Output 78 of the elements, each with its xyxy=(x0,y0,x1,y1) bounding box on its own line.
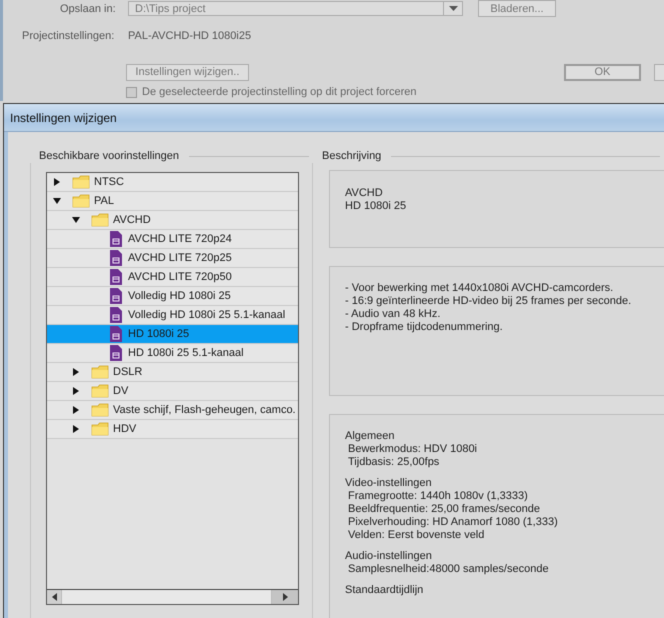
summary-line: AVCHD xyxy=(345,187,384,200)
tree-row[interactable]: Volledig HD 1080i 25 5.1-kanaal xyxy=(47,306,298,325)
tree-item-label: AVCHD LITE 720p24 xyxy=(128,233,232,245)
save-location-label: Opslaan in: xyxy=(60,2,117,14)
summary-line: HD 1080i 25 xyxy=(345,200,408,213)
folder-icon xyxy=(91,365,109,379)
tree-row[interactable]: AVCHD xyxy=(47,211,298,230)
tree-row[interactable]: HDV xyxy=(47,420,298,439)
scroll-left-icon[interactable] xyxy=(47,590,61,604)
folder-icon xyxy=(91,403,109,417)
description-note: - Dropframe tijdcodenummering. xyxy=(345,321,504,334)
tree-row[interactable]: AVCHD LITE 720p50 xyxy=(47,268,298,287)
details-line: Tijdbasis: 25,00fps xyxy=(347,456,440,469)
preset-file-icon xyxy=(110,326,122,342)
tree-row[interactable]: HD 1080i 25 xyxy=(47,325,298,344)
description-group-title: Beschrijving xyxy=(322,150,382,162)
expanded-arrow-icon[interactable] xyxy=(72,216,80,224)
details-heading: Standaardtijdlijn xyxy=(345,584,424,597)
details-line: Velden: Eerst bovenste veld xyxy=(347,529,486,542)
tree-item-label: Volledig HD 1080i 25 xyxy=(128,290,231,302)
tree-row[interactable]: NTSC xyxy=(47,173,298,192)
preset-file-icon xyxy=(110,269,122,285)
folder-icon xyxy=(91,213,109,227)
details-heading: Algemeen xyxy=(345,430,396,443)
preset-file-icon xyxy=(110,250,122,266)
description-note: - Voor bewerking met 1440x1080i AVCHD-camcorders. xyxy=(345,282,614,295)
dialog-title: Instellingen wijzigen xyxy=(10,110,117,124)
tree-item-label: NTSC xyxy=(94,176,124,188)
tree-item-label: HD 1080i 25 xyxy=(128,328,190,340)
folder-icon xyxy=(72,175,90,189)
tree-item-label: DV xyxy=(113,385,128,397)
preset-file-icon xyxy=(110,345,122,361)
expanded-arrow-icon[interactable] xyxy=(53,197,61,205)
preset-file-icon xyxy=(110,231,122,247)
presets-group-title: Beschikbare voorinstellingen xyxy=(39,150,180,162)
force-checkbox-label: De geselecteerde projectinstelling op dit project forceren xyxy=(142,86,417,98)
tree-row[interactable]: PAL xyxy=(47,192,298,211)
collapsed-arrow-icon[interactable] xyxy=(72,425,80,433)
tree-row[interactable]: HD 1080i 25 5.1-kanaal xyxy=(47,344,298,363)
collapsed-arrow-icon[interactable] xyxy=(53,178,61,186)
tree-item-label: DSLR xyxy=(113,366,142,378)
tree-item-label: HDV xyxy=(113,423,136,435)
tree-item-label: Vaste schijf, Flash-geheugen, camco. xyxy=(113,404,296,416)
preset-file-icon xyxy=(110,288,122,304)
folder-icon xyxy=(72,194,90,208)
tree-row[interactable]: Vaste schijf, Flash-geheugen, camco. xyxy=(47,401,298,420)
tree-row[interactable]: AVCHD LITE 720p24 xyxy=(47,230,298,249)
tree-row[interactable]: DSLR xyxy=(47,363,298,382)
project-settings-label: Projectinstellingen: xyxy=(22,30,116,42)
tree-item-label: Volledig HD 1080i 25 5.1-kanaal xyxy=(128,309,286,321)
tree-row[interactable]: Volledig HD 1080i 25 xyxy=(47,287,298,306)
details-line: Pixelverhouding: HD Anamorf 1080 (1,333) xyxy=(347,516,559,529)
tree-item-label: AVCHD xyxy=(113,214,151,226)
force-checkbox[interactable] xyxy=(126,86,137,98)
folder-icon xyxy=(91,384,109,398)
tree-item-label: AVCHD LITE 720p50 xyxy=(128,271,232,283)
project-settings-value: PAL-AVCHD-HD 1080i25 xyxy=(128,30,252,42)
description-note: - Audio van 48 kHz. xyxy=(345,308,442,321)
details-line: Bewerkmodus: HDV 1080i xyxy=(347,443,478,456)
description-note: - 16:9 geïnterlineerde HD-video bij 25 frames per seconde. xyxy=(345,295,632,308)
details-line: Samplesnelheid:48000 samples/seconde xyxy=(347,563,550,576)
preset-file-icon xyxy=(110,307,122,323)
tree-row[interactable]: DV xyxy=(47,382,298,401)
horizontal-scrollbar[interactable] xyxy=(47,589,298,604)
details-heading: Audio-instellingen xyxy=(345,550,433,563)
details-line: Framegrootte: 1440h 1080v (1,3333) xyxy=(347,490,529,503)
tree-row[interactable]: AVCHD LITE 720p25 xyxy=(47,249,298,268)
scroll-right-icon[interactable] xyxy=(272,590,298,604)
collapsed-arrow-icon[interactable] xyxy=(72,406,80,414)
collapsed-arrow-icon[interactable] xyxy=(72,387,80,395)
tree-item-label: PAL xyxy=(94,195,114,207)
details-line: Beeldfrequentie: 25,00 frames/seconde xyxy=(347,503,542,516)
tree-item-label: AVCHD LITE 720p25 xyxy=(128,252,232,264)
collapsed-arrow-icon[interactable] xyxy=(72,368,80,376)
dropdown-arrow-icon xyxy=(448,6,458,11)
details-heading: Video-instellingen xyxy=(345,477,433,490)
tree-item-label: HD 1080i 25 5.1-kanaal xyxy=(128,347,244,359)
folder-icon xyxy=(91,422,109,436)
